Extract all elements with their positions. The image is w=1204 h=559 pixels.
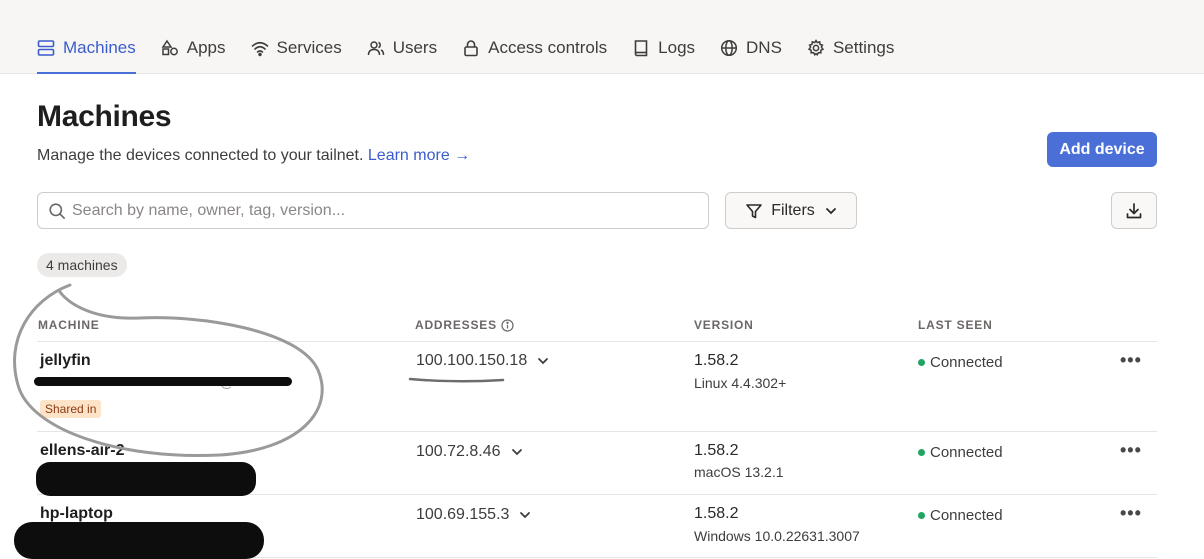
column-header-version[interactable]: VERSION: [694, 318, 754, 332]
book-icon: [632, 39, 650, 57]
nav-item-access-controls[interactable]: Access controls: [462, 34, 607, 62]
address-dropdown[interactable]: 100.69.155.3: [416, 506, 531, 524]
redaction-mark: [34, 377, 292, 386]
nav-item-users[interactable]: Users: [367, 34, 437, 62]
nav-label: Access controls: [488, 38, 608, 57]
version-number: 1.58.2: [694, 505, 739, 522]
ip-address: 100.100.150.18: [416, 352, 528, 369]
more-options-icon[interactable]: •••: [1120, 503, 1142, 524]
addresses-header-label: ADDRESSES: [415, 318, 497, 332]
os-version: macOS 13.2.1: [694, 464, 784, 480]
nav-label: Settings: [832, 38, 895, 57]
address-dropdown[interactable]: 100.100.150.18: [416, 352, 549, 370]
header-divider: [37, 341, 1157, 342]
nav-item-services[interactable]: Services: [251, 34, 342, 62]
machines-icon: [37, 39, 55, 57]
column-header-last-seen[interactable]: LAST SEEN: [918, 318, 993, 332]
more-options-icon[interactable]: •••: [1120, 440, 1142, 461]
ip-address: 100.72.8.46: [416, 443, 501, 460]
top-navigation: Machines Apps Services Users Access cont…: [0, 0, 1204, 74]
gear-icon: [807, 39, 825, 57]
nav-item-logs[interactable]: Logs: [632, 34, 695, 62]
download-icon: [1124, 201, 1144, 221]
nav-label: Machines: [63, 38, 136, 57]
address-dropdown[interactable]: 100.72.8.46: [416, 443, 523, 461]
status-text: Connected: [930, 354, 1003, 371]
annotation-circle: [13, 283, 324, 458]
search-box[interactable]: [37, 192, 709, 229]
filters-label: Filters: [771, 201, 815, 219]
nav-item-dns[interactable]: DNS: [720, 34, 782, 62]
nav-label: Users: [392, 38, 438, 57]
more-options-icon[interactable]: •••: [1120, 350, 1142, 371]
chevron-down-icon: [511, 446, 523, 458]
chevron-down-icon: [537, 355, 549, 367]
globe-icon: [720, 39, 738, 57]
os-version: Windows 10.0.22631.3007: [694, 528, 860, 544]
page-subtitle: Manage the devices connected to your tai…: [37, 147, 470, 165]
row-divider: [37, 431, 1157, 432]
nav-list: Machines Apps Services Users Access cont…: [37, 34, 919, 74]
status-text: Connected: [930, 444, 1003, 461]
status-dot: [918, 359, 925, 366]
status-connected: Connected: [918, 507, 1003, 524]
status-dot: [918, 512, 925, 519]
users-icon: [367, 39, 385, 57]
shared-in-badge: Shared in: [40, 400, 102, 418]
lock-icon: [462, 39, 480, 57]
search-icon: [48, 202, 66, 220]
redaction-mark: [36, 462, 256, 496]
nav-item-apps[interactable]: Apps: [161, 34, 226, 62]
column-header-addresses[interactable]: ADDRESSES: [415, 318, 514, 332]
redaction-mark: [14, 522, 264, 559]
wifi-icon: [251, 39, 269, 57]
nav-label: Logs: [658, 38, 696, 57]
status-dot: [918, 449, 925, 456]
machine-count-badge: 4 machines: [37, 253, 127, 277]
status-connected: Connected: [918, 354, 1003, 371]
ip-address: 100.69.155.3: [416, 506, 510, 523]
os-version: Linux 4.4.302+: [694, 375, 787, 391]
machine-name[interactable]: hp-laptop: [40, 505, 113, 523]
machine-name[interactable]: jellyfin: [40, 352, 91, 370]
info-icon[interactable]: [501, 318, 514, 332]
filters-button[interactable]: Filters: [725, 192, 857, 229]
annotation-underline: [408, 377, 505, 383]
chevron-down-icon: [825, 205, 837, 217]
learn-more-link[interactable]: Learn more →: [368, 147, 470, 164]
status-connected: Connected: [918, 444, 1003, 461]
version-number: 1.58.2: [694, 352, 739, 369]
nav-label: DNS: [746, 38, 782, 57]
version-number: 1.58.2: [694, 442, 739, 459]
nav-item-settings[interactable]: Settings: [807, 34, 894, 62]
filter-icon: [745, 202, 763, 220]
chevron-down-icon: [519, 509, 531, 521]
search-input[interactable]: [72, 201, 672, 220]
subtitle-text: Manage the devices connected to your tai…: [37, 147, 364, 164]
add-device-button[interactable]: Add device: [1047, 132, 1157, 167]
export-button[interactable]: [1111, 192, 1157, 229]
status-text: Connected: [930, 507, 1003, 524]
nav-item-machines[interactable]: Machines: [37, 34, 136, 74]
column-header-machine[interactable]: MACHINE: [38, 318, 100, 332]
nav-label: Apps: [186, 38, 226, 57]
apps-icon: [161, 39, 179, 57]
machine-name[interactable]: ellens-air-2: [40, 442, 124, 460]
page-title: Machines: [37, 100, 172, 133]
nav-label: Services: [276, 38, 342, 57]
